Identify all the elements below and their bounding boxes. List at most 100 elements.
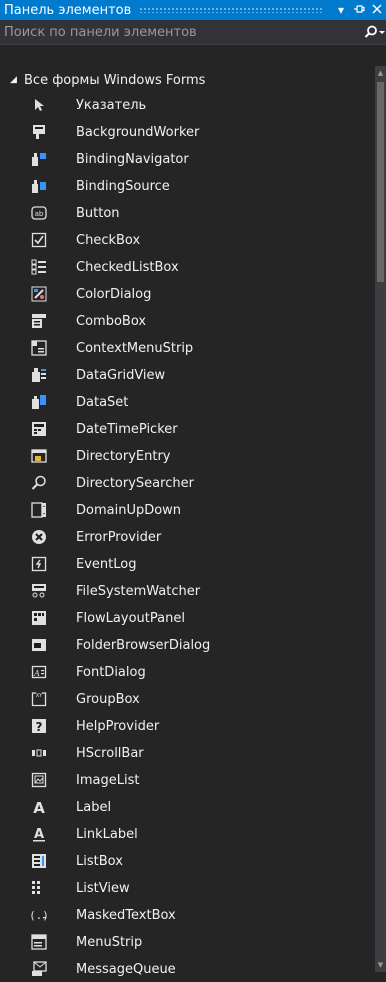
toolbox-item-label: DataGridView (76, 367, 166, 383)
toolbox-item[interactable]: BindingNavigator (0, 146, 372, 172)
linklabel-icon: A (30, 825, 48, 843)
svg-text:?: ? (36, 720, 43, 734)
bindingnavigator-icon (30, 150, 48, 168)
datetimepicker-icon (30, 420, 48, 438)
backgroundworker-icon (30, 123, 48, 141)
panel-title: Панель элементов (4, 2, 132, 18)
toolbox-item[interactable]: EventLog (0, 551, 372, 577)
flowlayoutpanel-icon (30, 609, 48, 627)
toolbox-item-label: Указатель (76, 97, 147, 113)
toolbox-item-label: FileSystemWatcher (76, 583, 201, 599)
toolbox-item[interactable]: HScrollBar (0, 740, 372, 766)
hscrollbar-icon (30, 744, 48, 762)
messagequeue-icon (30, 960, 48, 978)
pin-icon[interactable] (350, 3, 368, 18)
scrollbar-thumb[interactable] (377, 82, 384, 282)
scroll-down-arrow-icon[interactable]: ▼ (375, 958, 386, 972)
toolbox-item-label: DirectoryEntry (76, 448, 171, 464)
combobox-icon (30, 312, 48, 330)
toolbox-item[interactable]: ContextMenuStrip (0, 335, 372, 361)
toolbox-item[interactable]: BackgroundWorker (0, 119, 372, 145)
toolbox-item-label: ListView (76, 880, 130, 896)
toolbox-item-label: BindingSource (76, 178, 170, 194)
toolbox-item[interactable]: CheckBox (0, 227, 372, 253)
toolbox-item[interactable]: FlowLayoutPanel (0, 605, 372, 631)
toolbox-item[interactable]: Указатель (0, 92, 372, 118)
imagelist-icon (30, 771, 48, 789)
titlebar-grip[interactable] (139, 7, 324, 13)
toolbox-item[interactable]: DataSet (0, 389, 372, 415)
toolbox-item[interactable]: BindingSource (0, 173, 372, 199)
filesystemwatcher-icon (30, 582, 48, 600)
checkbox-icon (30, 231, 48, 249)
scroll-up-arrow-icon[interactable]: ▲ (375, 66, 386, 80)
listview-icon (30, 879, 48, 897)
toolbox-item-label: LinkLabel (76, 826, 138, 842)
fontdialog-icon: A (30, 663, 48, 681)
toolbox-item-label: FolderBrowserDialog (76, 637, 211, 653)
toolbox-item[interactable]: ColorDialog (0, 281, 372, 307)
button-icon: ab (30, 204, 48, 222)
toolbox-item[interactable]: DateTimePicker (0, 416, 372, 442)
toolbox-item[interactable]: ListBox (0, 848, 372, 874)
toolbox-item[interactable]: A Label (0, 794, 372, 820)
toolbox-item[interactable]: DirectoryEntry (0, 443, 372, 469)
toolbox-item-label: ComboBox (76, 313, 147, 329)
domainupdown-icon (30, 501, 48, 519)
group-label: Все формы Windows Forms (24, 72, 206, 88)
toolbox-item-label: DataSet (76, 394, 129, 410)
toolbox-item[interactable]: ErrorProvider (0, 524, 372, 550)
toolbox-item-label: GroupBox (76, 691, 140, 707)
checkedlistbox-icon (30, 258, 48, 276)
toolbox-item[interactable]: FolderBrowserDialog (0, 632, 372, 658)
toolbox-item-label: ContextMenuStrip (76, 340, 194, 356)
colordialog-icon (30, 285, 48, 303)
toolbox-item[interactable]: DirectorySearcher (0, 470, 372, 496)
listbox-icon (30, 852, 48, 870)
contextmenustrip-icon (30, 339, 48, 357)
toolbox-item[interactable]: FileSystemWatcher (0, 578, 372, 604)
errorprovider-icon (30, 528, 48, 546)
svg-text:A: A (33, 669, 40, 678)
toolbox-item-label: BackgroundWorker (76, 124, 200, 140)
toolbox-item[interactable]: XY GroupBox (0, 686, 372, 712)
toolbox-item-label: DirectorySearcher (76, 475, 194, 491)
toolbox-item[interactable]: (.) MaskedTextBox (0, 902, 372, 928)
toolbox-item-label: HScrollBar (76, 745, 144, 761)
toolbox-item[interactable]: A LinkLabel (0, 821, 372, 847)
toolbox-item-label: FontDialog (76, 664, 146, 680)
toolbox-item-label: ImageList (76, 772, 140, 788)
menustrip-icon (30, 933, 48, 951)
toolbox-item[interactable]: DataGridView (0, 362, 372, 388)
datagridview-icon (30, 366, 48, 384)
toolbox-item-label: DomainUpDown (76, 502, 182, 518)
toolbox-item[interactable]: ImageList (0, 767, 372, 793)
pointer-icon (30, 96, 48, 114)
toolbox-search-bar (0, 20, 386, 45)
toolbox-item[interactable]: CheckedListBox (0, 254, 372, 280)
group-header-windows-forms[interactable]: ◢ Все формы Windows Forms (0, 68, 372, 92)
toolbox-item-label: DateTimePicker (76, 421, 178, 437)
svg-text:A: A (33, 799, 45, 815)
toolbox-item-label: MenuStrip (76, 934, 143, 950)
toolbox-item[interactable]: ab Button (0, 200, 372, 226)
search-icon[interactable] (362, 20, 386, 44)
toolbox-item[interactable]: MenuStrip (0, 929, 372, 955)
label-icon: A (30, 798, 48, 816)
close-icon[interactable] (368, 3, 386, 17)
toolbox-item[interactable]: A FontDialog (0, 659, 372, 685)
toolbox-item[interactable]: ListView (0, 875, 372, 901)
search-input[interactable] (0, 23, 362, 41)
expand-triangle-icon[interactable]: ◢ (10, 75, 20, 85)
toolbox-item[interactable]: MessageQueue (0, 956, 372, 982)
maskedtextbox-icon: (.) (30, 906, 48, 924)
toolbox-item-label: CheckedListBox (76, 259, 179, 275)
vertical-scrollbar[interactable]: ▲ ▼ (375, 66, 386, 972)
svg-text:ab: ab (35, 210, 44, 218)
toolbox-item[interactable]: ? HelpProvider (0, 713, 372, 739)
toolbox-item-label: MaskedTextBox (76, 907, 176, 923)
toolbox-item-label: Label (76, 799, 112, 815)
toolbox-item[interactable]: DomainUpDown (0, 497, 372, 523)
chevron-down-icon[interactable]: ▾ (332, 3, 350, 17)
toolbox-item[interactable]: ComboBox (0, 308, 372, 334)
